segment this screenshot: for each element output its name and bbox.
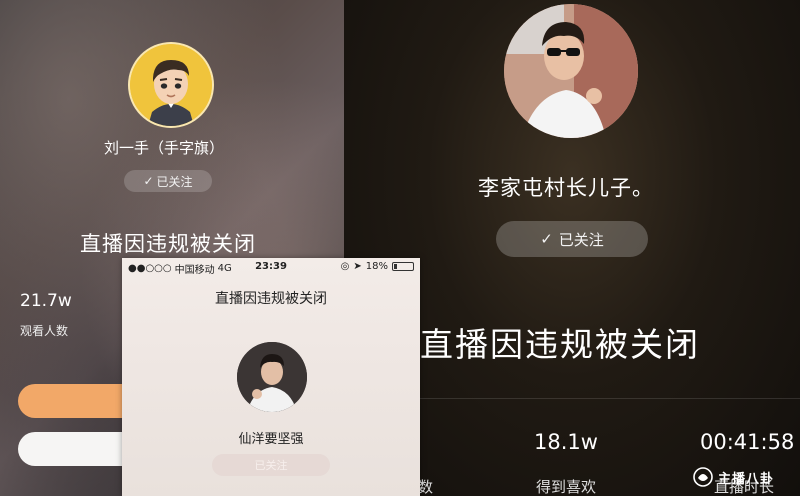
stat-label-partial: 数 <box>418 478 434 496</box>
viewer-count: 21.7w <box>20 291 72 311</box>
followed-label: 已关注 <box>156 174 193 189</box>
person-photo-icon <box>504 4 638 138</box>
likes-label: 得到喜欢 <box>536 478 597 496</box>
streamer-name: 李家屯村长儿子。 <box>478 176 654 200</box>
watermark: 主播八卦 <box>692 462 792 492</box>
battery-percent: 18% <box>365 261 388 272</box>
watermark-logo-icon <box>693 467 713 487</box>
stream-closed-title: 直播因违规被关闭 <box>80 232 256 256</box>
check-icon: ✓ <box>143 174 154 188</box>
battery-icon <box>392 262 414 271</box>
viewer-count-label: 观看人数 <box>20 324 69 338</box>
status-bar: ●●○○○ 中国移动 4G 23:39 ◎ ➤ 18% <box>122 258 420 276</box>
stream-closed-title: 直播因违规被关闭 <box>420 325 700 364</box>
streamer-avatar-photo[interactable] <box>237 342 307 412</box>
stream-closed-title: 直播因违规被关闭 <box>215 291 327 307</box>
person-photo-icon <box>237 342 307 412</box>
cartoon-avatar-icon <box>130 44 212 126</box>
stream-duration: 00:41:58 <box>700 430 795 454</box>
check-icon: ✓ <box>540 230 553 248</box>
battery-fill <box>394 264 397 269</box>
followed-label: 已关注 <box>254 459 288 472</box>
watermark-text: 主播八卦 <box>718 471 775 487</box>
location-icon: ➤ <box>353 261 362 272</box>
streamer-avatar-photo[interactable] <box>504 4 638 138</box>
streamer-name: 刘一手（手字旗） <box>103 139 224 157</box>
phone-screenshot: ●●○○○ 中国移动 4G 23:39 ◎ ➤ 18% 直播因违规被关闭 仙洋要… <box>122 258 420 496</box>
streamer-name: 仙洋要坚强 <box>238 432 304 447</box>
followed-button[interactable]: ✓ 已关注 <box>496 221 648 257</box>
lock-rotation-icon: ◎ <box>340 261 350 272</box>
followed-button[interactable]: 已关注 <box>212 454 330 476</box>
followed-button[interactable]: ✓ 已关注 <box>124 170 212 192</box>
likes-count: 18.1w <box>534 430 598 454</box>
followed-label: 已关注 <box>558 230 604 249</box>
divider <box>414 398 800 399</box>
streamer-avatar[interactable] <box>128 42 214 128</box>
